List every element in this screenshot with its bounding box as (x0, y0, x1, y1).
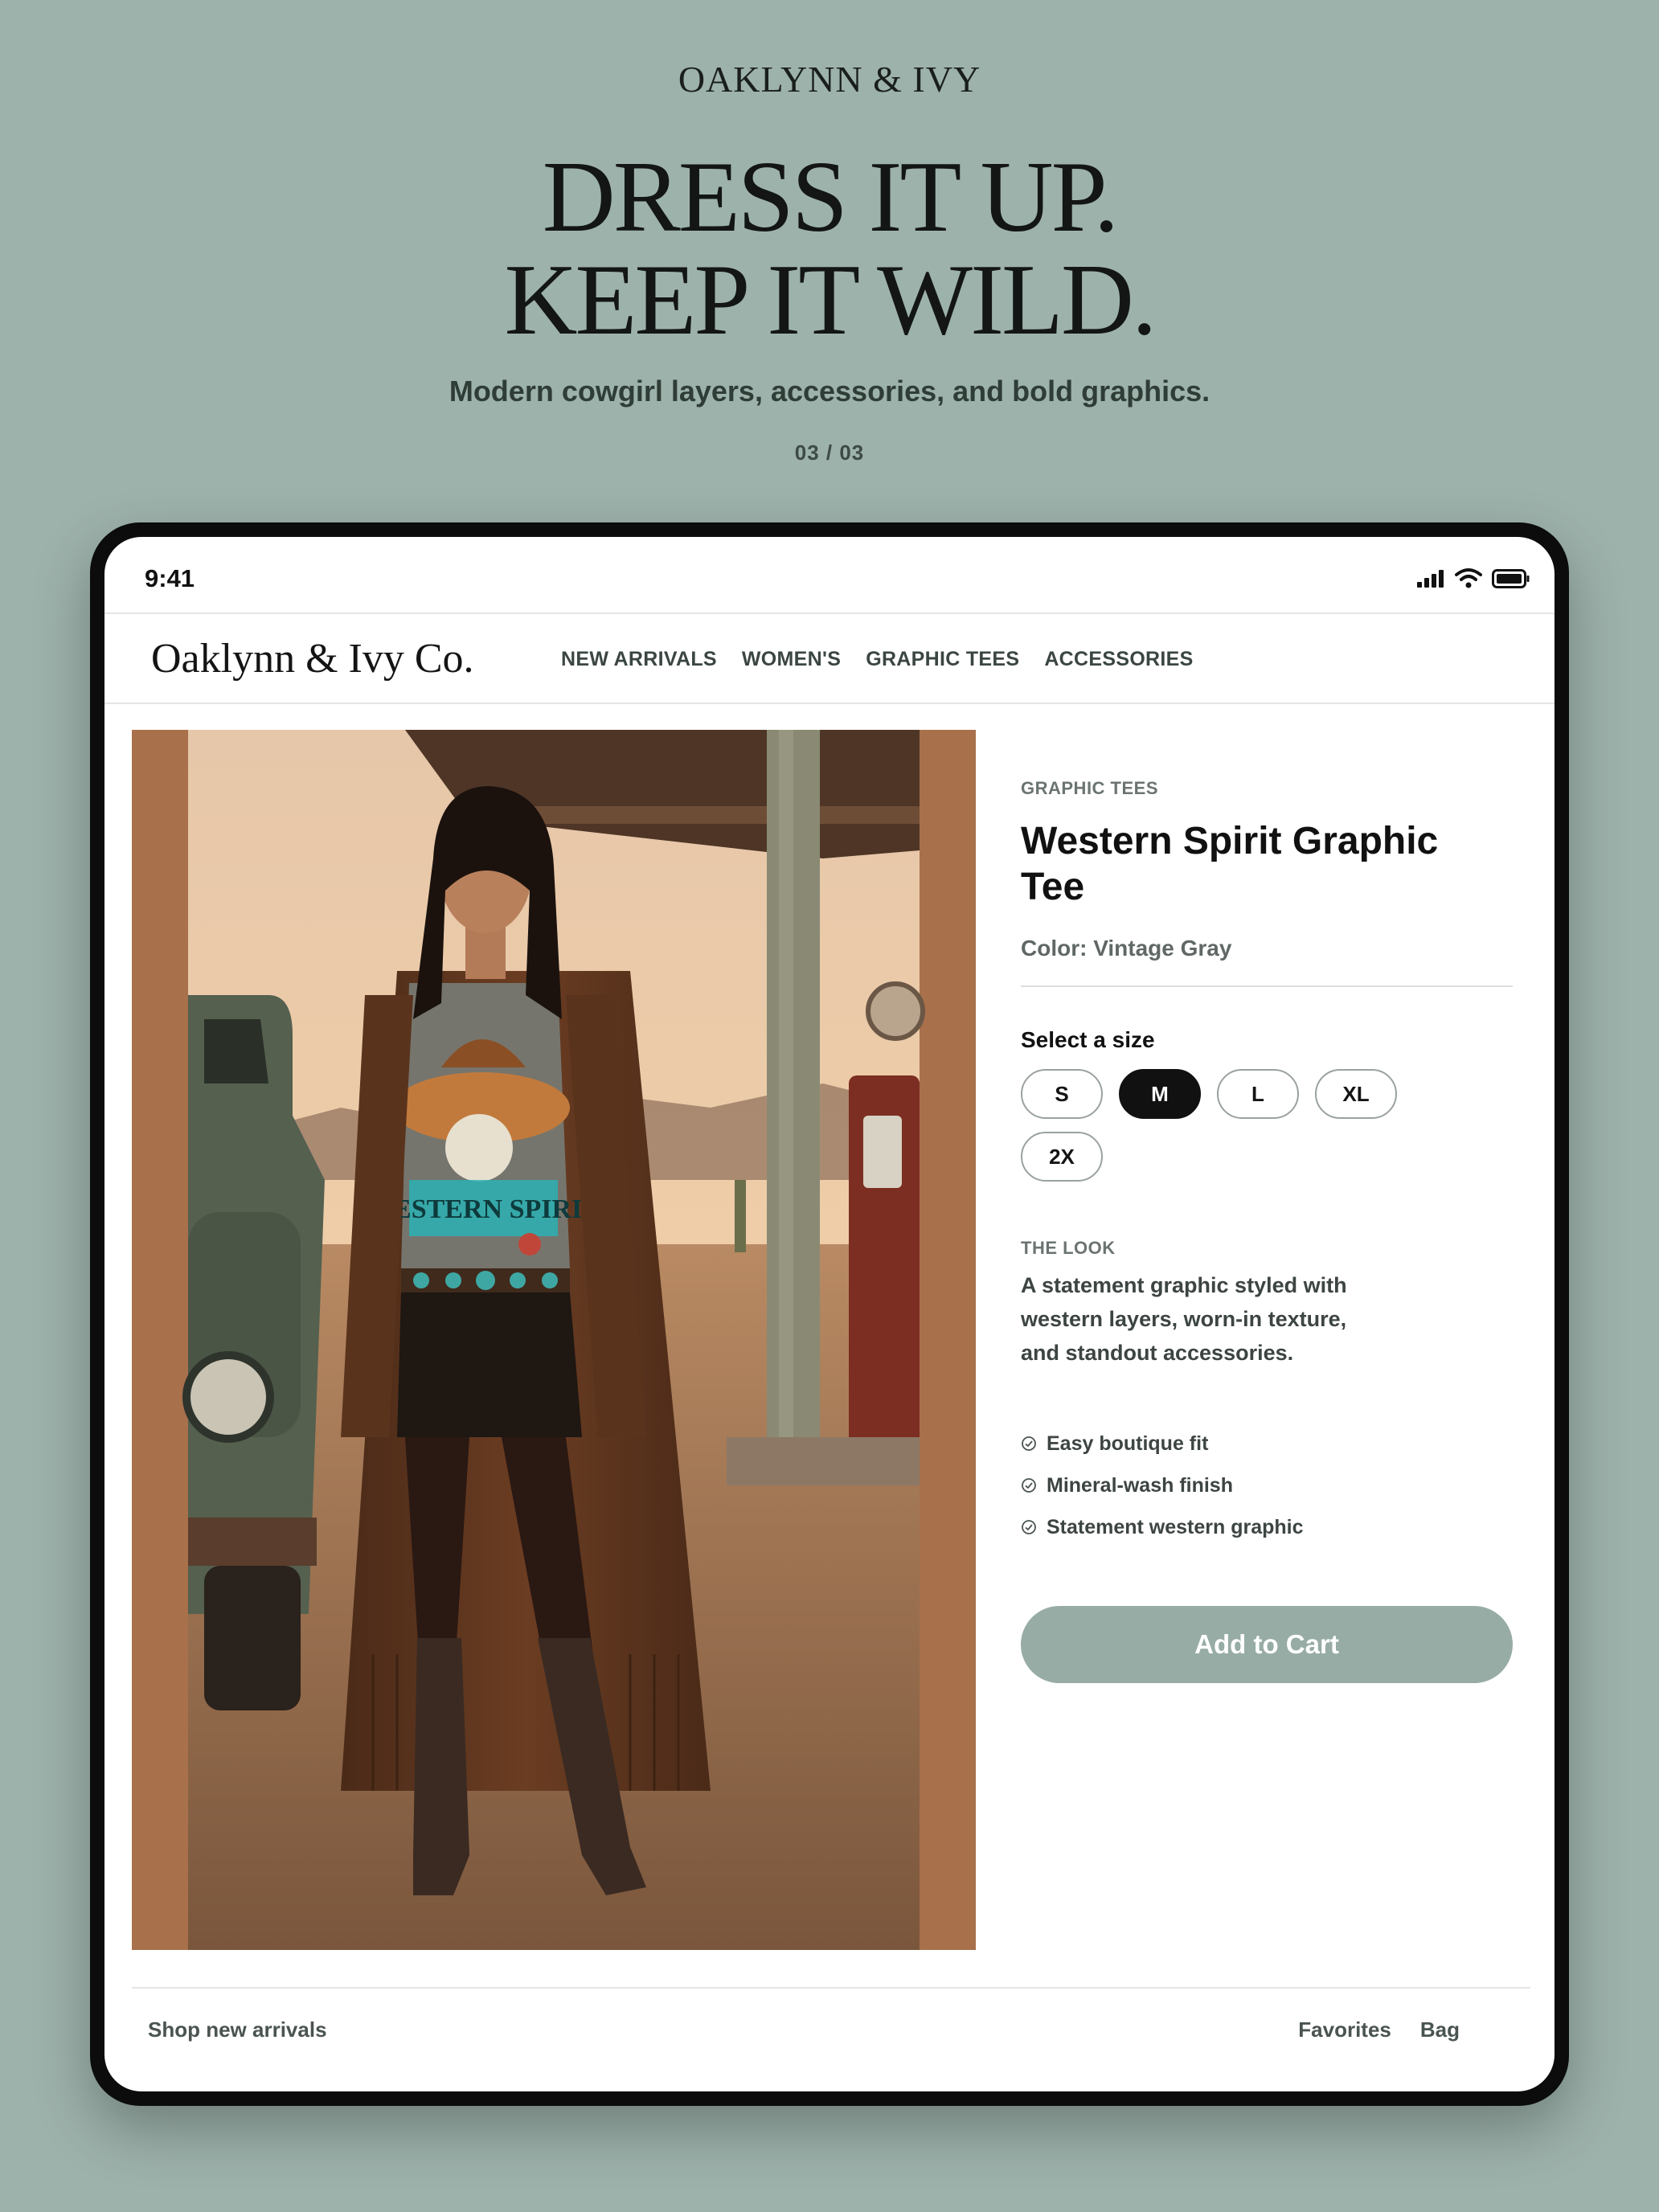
feature-item: Easy boutique fit (1021, 1423, 1304, 1464)
status-bar: 9:41 (104, 537, 1555, 614)
size-option-l[interactable]: L (1217, 1069, 1299, 1119)
size-label: Select a size (1021, 1027, 1155, 1052)
feature-label: Statement western graphic (1047, 1515, 1304, 1538)
feature-label: Easy boutique fit (1047, 1432, 1209, 1455)
slide-counter: 03 / 03 (794, 440, 865, 465)
nav-links: NEW ARRIVALS WOMEN'S GRAPHIC TEES ACCESS… (561, 648, 1194, 671)
battery-icon (1492, 569, 1530, 588)
bottom-links: Favorites Bag (1298, 2017, 1460, 2042)
check-circle-icon (1022, 1436, 1036, 1451)
nav-bar: Oaklynn & Ivy Co. NEW ARRIVALS WOMEN'S G… (104, 614, 1555, 704)
size-option-2x[interactable]: 2X (1021, 1132, 1103, 1182)
favorites-link[interactable]: Favorites (1298, 2017, 1391, 2042)
brand-wordmark: OAKLYNN & IVY (678, 59, 981, 100)
signal-icon (1417, 570, 1444, 588)
nav-link-new-arrivals[interactable]: NEW ARRIVALS (561, 648, 717, 671)
product-category[interactable]: GRAPHIC TEES (1021, 778, 1158, 799)
size-option-s[interactable]: S (1021, 1069, 1103, 1119)
status-icons (1416, 567, 1530, 590)
headline-line-2: KEEP IT WILD. (504, 244, 1157, 356)
add-to-cart-button[interactable]: Add to Cart (1021, 1606, 1513, 1683)
feature-item: Mineral-wash finish (1021, 1464, 1304, 1506)
look-description: A statement graphic styled with western … (1021, 1273, 1347, 1365)
shop-new-arrivals-link[interactable]: Shop new arrivals (148, 2017, 327, 2042)
headline-line-1: DRESS IT UP. (542, 141, 1119, 253)
store-logo[interactable]: Oaklynn & Ivy Co. (151, 635, 474, 682)
feature-label: Mineral-wash finish (1047, 1473, 1233, 1497)
tablet-screen: 9:41 Oaklynn & Ivy Co. NEW ARRIVALS WOME… (104, 537, 1555, 2091)
nav-link-accessories[interactable]: ACCESSORIES (1044, 648, 1193, 671)
headline: DRESS IT UP. KEEP IT WILD. (0, 146, 1659, 352)
product-photo: WESTERN SPIRIT (182, 730, 925, 1950)
feature-item: Statement western graphic (1021, 1506, 1304, 1548)
size-selector: S M L XL 2X (1021, 1069, 1439, 1182)
nav-link-womens[interactable]: WOMEN'S (742, 648, 841, 671)
check-circle-icon (1022, 1520, 1036, 1534)
product-image[interactable]: WESTERN SPIRIT (132, 730, 976, 1950)
status-time: 9:41 (145, 564, 195, 592)
subheadline: Modern cowgirl layers, accessories, and … (449, 375, 1210, 408)
nav-link-graphic-tees[interactable]: GRAPHIC TEES (866, 648, 1019, 671)
product-color: Color: Vintage Gray (1021, 936, 1232, 961)
bag-link[interactable]: Bag (1420, 2017, 1460, 2042)
feature-list: Easy boutique fit Mineral-wash finish St… (1021, 1423, 1304, 1548)
wifi-icon (1455, 568, 1482, 588)
check-circle-icon (1022, 1478, 1036, 1493)
details-divider (1021, 985, 1513, 987)
bottom-divider (132, 1987, 1530, 1989)
size-option-xl[interactable]: XL (1315, 1069, 1397, 1119)
look-label: THE LOOK (1021, 1238, 1116, 1258)
size-option-m[interactable]: M (1119, 1069, 1201, 1119)
tablet-frame: 9:41 Oaklynn & Ivy Co. NEW ARRIVALS WOME… (90, 522, 1569, 2106)
product-title: Western Spirit Graphic Tee (1021, 820, 1439, 908)
